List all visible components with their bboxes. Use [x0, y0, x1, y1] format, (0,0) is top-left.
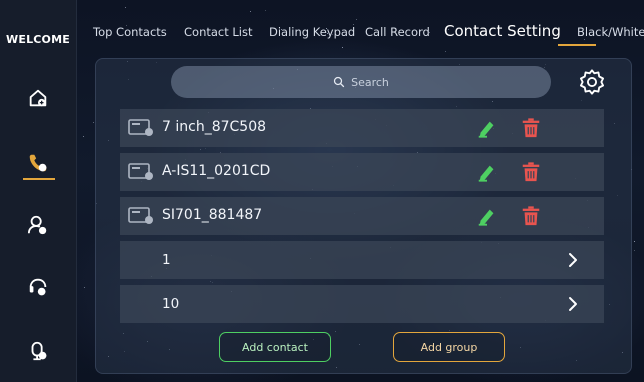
sidebar: WELCOME: [0, 0, 77, 382]
call-monitor-icon: [29, 278, 47, 296]
contact-row[interactable]: A-IS11_0201CD: [120, 153, 604, 191]
sidebar-item-home[interactable]: [18, 78, 58, 118]
contact-row[interactable]: SI701_881487: [120, 197, 604, 235]
tab-call-record[interactable]: Call Record: [365, 25, 430, 39]
group-row[interactable]: 1: [120, 241, 604, 279]
sidebar-item-contact-settings[interactable]: [18, 205, 58, 245]
phone-icon: [29, 154, 47, 172]
delete-icon[interactable]: [520, 117, 542, 139]
edit-icon[interactable]: [476, 161, 498, 183]
contact-settings-icon: [27, 215, 47, 235]
tab-top-contacts[interactable]: Top Contacts: [93, 25, 167, 39]
device-icon: [128, 207, 153, 224]
sidebar-item-call-monitor[interactable]: [18, 267, 58, 307]
group-row[interactable]: 10: [120, 285, 604, 323]
star: [634, 250, 635, 251]
search-placeholder: Search: [351, 75, 389, 89]
contact-name: A-IS11_0201CD: [162, 163, 271, 179]
star: [84, 287, 85, 288]
search-icon: [333, 76, 345, 88]
contact-name: 7 inch_87C508: [162, 119, 267, 135]
chevron-right-icon: [569, 253, 577, 267]
device-icon: [128, 119, 153, 136]
add-group-button[interactable]: Add group: [393, 332, 505, 362]
tab-contact-setting[interactable]: Contact Setting: [444, 22, 561, 40]
device-icon: [128, 163, 153, 180]
group-name: 1: [162, 252, 171, 268]
contact-row[interactable]: 7 inch_87C508: [120, 109, 604, 147]
star: [93, 122, 94, 123]
tab-contact-list[interactable]: Contact List: [184, 25, 253, 39]
edit-icon[interactable]: [476, 205, 498, 227]
delete-icon[interactable]: [520, 161, 542, 183]
top-tab-bar: Top Contacts Contact List Dialing Keypad…: [76, 0, 644, 58]
tab-black-white[interactable]: Black/White: [577, 25, 644, 39]
sidebar-item-device-settings[interactable]: [18, 331, 58, 371]
star: [83, 136, 84, 137]
sidebar-title: WELCOME: [6, 33, 70, 46]
group-name: 10: [162, 296, 180, 312]
contact-name: SI701_881487: [162, 207, 263, 223]
search-input[interactable]: Search: [171, 66, 551, 98]
add-contact-button[interactable]: Add contact: [219, 332, 331, 362]
tab-dialing-keypad[interactable]: Dialing Keypad: [269, 25, 355, 39]
active-tab-indicator: [558, 44, 596, 46]
star: [634, 241, 635, 242]
sidebar-item-phone[interactable]: [18, 143, 58, 183]
home-icon: [29, 89, 47, 107]
delete-icon[interactable]: [520, 205, 542, 227]
device-settings-icon: [31, 341, 47, 361]
edit-icon[interactable]: [476, 117, 498, 139]
gear-icon[interactable]: [578, 68, 606, 96]
sidebar-active-indicator: [23, 178, 55, 180]
chevron-right-icon: [569, 297, 577, 311]
